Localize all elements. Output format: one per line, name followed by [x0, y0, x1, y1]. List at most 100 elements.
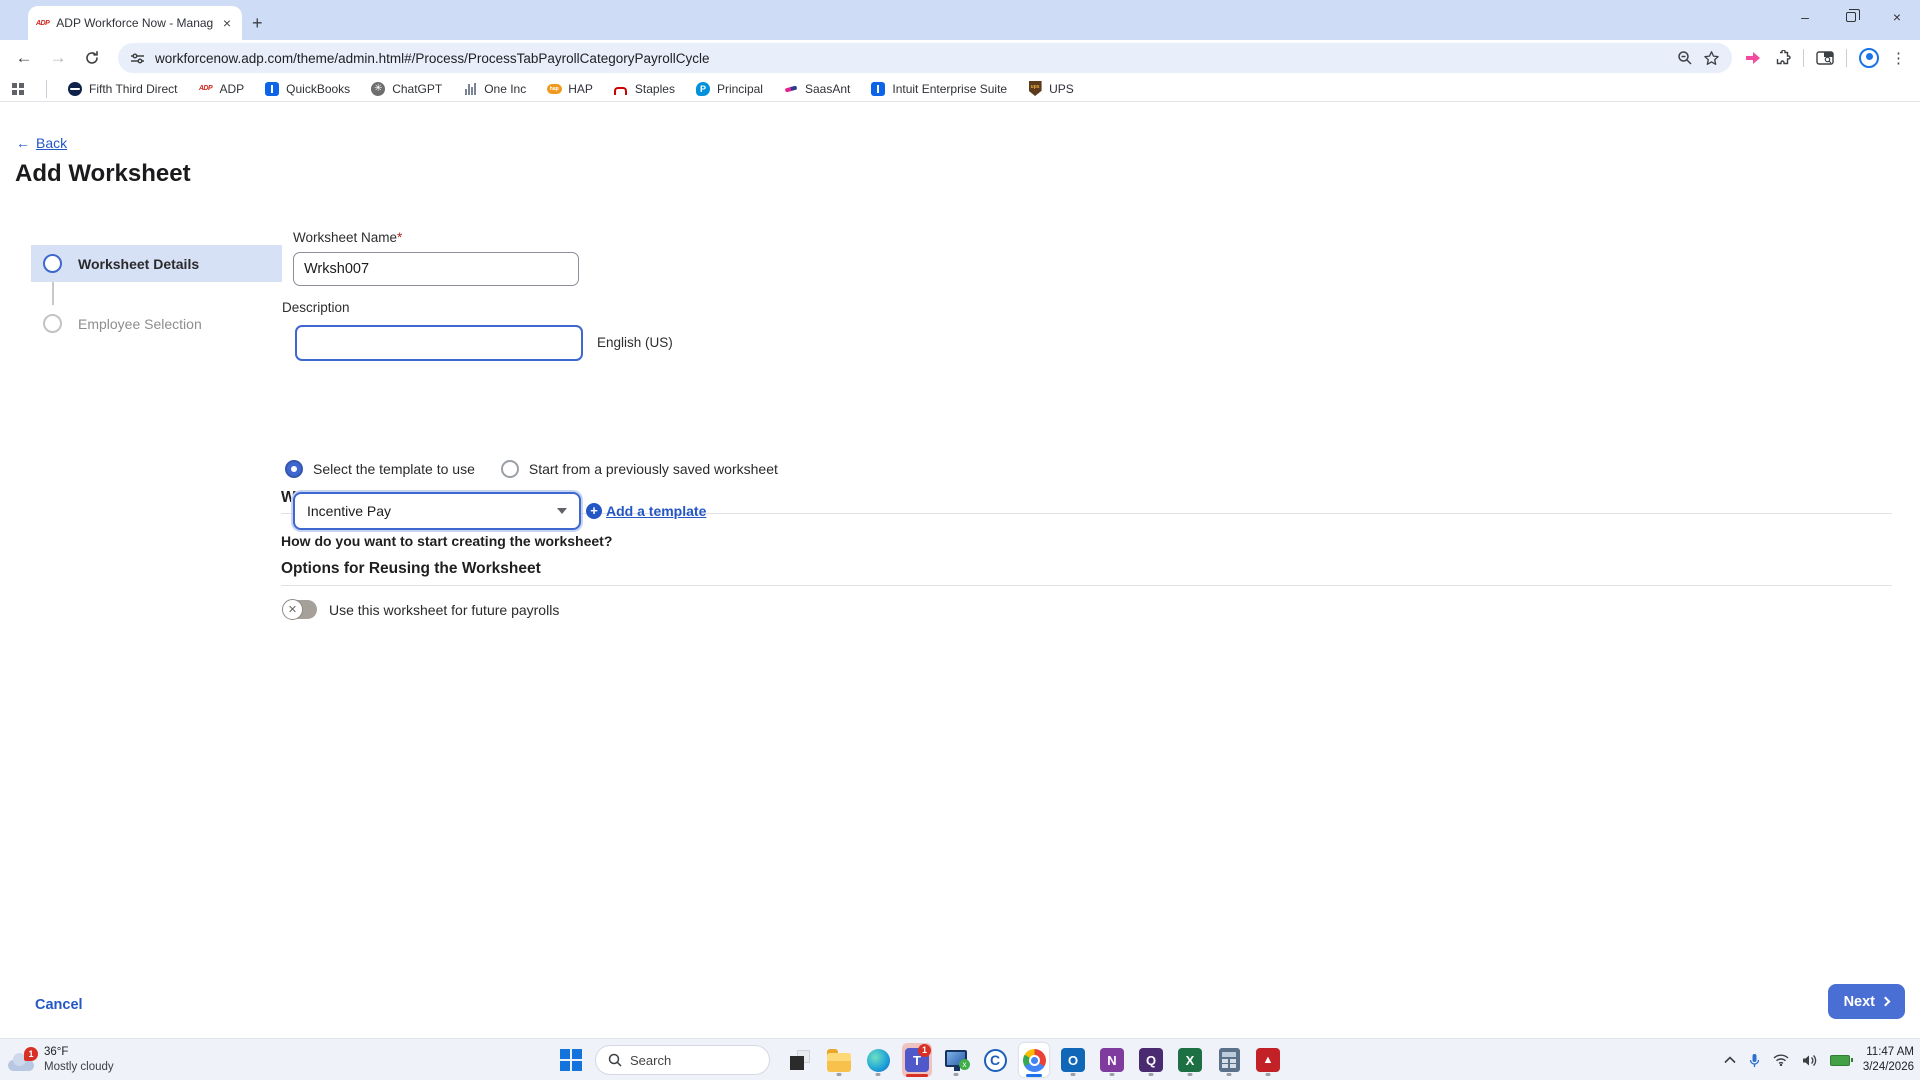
- quickbooks-app-button[interactable]: Q: [1136, 1043, 1166, 1077]
- extensions-puzzle-icon[interactable]: [1774, 50, 1791, 67]
- bookmark-principal[interactable]: PPrincipal: [695, 81, 763, 97]
- bookmark-label: Principal: [717, 82, 763, 96]
- task-view-icon: [790, 1050, 810, 1070]
- toggle-off-x-icon: ✕: [282, 599, 303, 620]
- apps-grid-icon[interactable]: [10, 81, 26, 97]
- outlook-icon: O: [1061, 1048, 1085, 1072]
- bookmark-label: ADP: [219, 82, 244, 96]
- stepper-item-worksheet-details[interactable]: Worksheet Details: [31, 245, 282, 282]
- clock[interactable]: 11:47 AM 3/24/2026: [1863, 1045, 1914, 1075]
- page-title: Add Worksheet: [15, 160, 191, 188]
- teams-button[interactable]: T 1: [902, 1043, 932, 1077]
- bookmark-star-icon[interactable]: [1703, 50, 1720, 67]
- forward-nav-icon[interactable]: →: [44, 44, 72, 72]
- clock-time: 11:47 AM: [1863, 1045, 1914, 1060]
- url-text[interactable]: workforcenow.adp.com/theme/admin.html#/P…: [155, 51, 1667, 66]
- browser-titlebar: ADP ADP Workforce Now - Manage × + – ×: [0, 0, 1920, 40]
- bookmark-label: Intuit Enterprise Suite: [892, 82, 1007, 96]
- bookmark-one-inc[interactable]: One Inc: [462, 81, 526, 97]
- radio-select-template[interactable]: [285, 460, 303, 478]
- cancel-link[interactable]: Cancel: [35, 997, 83, 1013]
- template-source-radio-group: Select the template to use Start from a …: [285, 460, 778, 478]
- volume-icon[interactable]: [1802, 1054, 1817, 1067]
- template-select-dropdown[interactable]: Incentive Pay: [293, 492, 581, 530]
- step-circle-icon: [43, 254, 62, 273]
- new-tab-button[interactable]: +: [252, 13, 263, 34]
- battery-icon[interactable]: [1830, 1055, 1850, 1066]
- zoom-page-icon[interactable]: [1677, 50, 1693, 66]
- bookmark-label: Staples: [635, 82, 675, 96]
- bookmark-ups[interactable]: upsUPS: [1027, 81, 1074, 97]
- bookmark-chatgpt[interactable]: ✳ChatGPT: [370, 81, 442, 97]
- outlook-button[interactable]: O: [1058, 1043, 1088, 1077]
- tab-close-icon[interactable]: ×: [220, 15, 234, 31]
- onenote-icon: N: [1100, 1048, 1124, 1072]
- stepper-item-employee-selection[interactable]: Employee Selection: [31, 305, 282, 342]
- description-label: Description: [282, 300, 350, 315]
- bookmark-adp[interactable]: ADP ADP: [197, 81, 244, 97]
- chevron-right-icon: [1881, 997, 1891, 1007]
- stepper: Worksheet Details Employee Selection: [31, 245, 282, 342]
- bookmark-hap[interactable]: hapHAP: [546, 81, 593, 97]
- bookmark-quickbooks[interactable]: QuickBooks: [264, 81, 350, 97]
- address-bar[interactable]: workforcenow.adp.com/theme/admin.html#/P…: [118, 43, 1732, 73]
- clock-date: 3/24/2026: [1863, 1060, 1914, 1075]
- calculator-icon: [1219, 1048, 1240, 1072]
- profile-avatar-icon[interactable]: [1859, 48, 1879, 68]
- add-worksheet-page: ← Back Add Worksheet Worksheet Details E…: [0, 102, 1920, 1038]
- start-button[interactable]: [560, 1049, 582, 1071]
- microphone-icon[interactable]: [1749, 1053, 1760, 1068]
- description-input[interactable]: [295, 325, 583, 361]
- remote-desktop-button[interactable]: x: [941, 1043, 971, 1077]
- template-selected-value: Incentive Pay: [307, 503, 391, 519]
- bookmark-staples[interactable]: Staples: [613, 81, 675, 97]
- chrome-icon: [1023, 1049, 1046, 1072]
- file-explorer-button[interactable]: [824, 1043, 854, 1077]
- step-circle-icon: [43, 314, 62, 333]
- taskbar-search[interactable]: Search: [595, 1045, 770, 1075]
- browser-window-search-icon[interactable]: [1816, 51, 1834, 66]
- tray-chevron-up-icon[interactable]: [1724, 1056, 1736, 1064]
- c-app-button[interactable]: C: [980, 1043, 1010, 1077]
- worksheet-name-label: Worksheet Name*: [293, 230, 402, 245]
- intuit-icon: [870, 81, 886, 97]
- quickbooks-icon: [264, 81, 280, 97]
- add-template-label: Add a template: [606, 503, 706, 519]
- chevron-down-icon: [557, 508, 567, 514]
- add-template-link[interactable]: + Add a template: [586, 503, 706, 519]
- reload-icon[interactable]: [78, 44, 106, 72]
- bookmark-saasant[interactable]: SaasAnt: [783, 81, 850, 97]
- pink-extension-icon[interactable]: [1744, 51, 1762, 65]
- saasant-icon: [783, 81, 799, 97]
- task-view-button[interactable]: [785, 1043, 815, 1077]
- browser-tab[interactable]: ADP ADP Workforce Now - Manage ×: [28, 6, 242, 40]
- excel-button[interactable]: X: [1175, 1043, 1205, 1077]
- radio-saved-worksheet[interactable]: [501, 460, 519, 478]
- window-restore-button[interactable]: [1828, 0, 1874, 34]
- worksheet-name-input[interactable]: [293, 252, 579, 286]
- wifi-icon[interactable]: [1773, 1054, 1789, 1066]
- acrobat-button[interactable]: ▲: [1253, 1043, 1283, 1077]
- creation-question: How do you want to start creating the wo…: [281, 533, 612, 549]
- future-payrolls-toggle[interactable]: ✕: [283, 600, 317, 619]
- c-logo-icon: C: [984, 1049, 1007, 1072]
- adp-icon: ADP: [197, 81, 213, 97]
- edge-button[interactable]: [863, 1043, 893, 1077]
- chrome-button[interactable]: [1019, 1043, 1049, 1077]
- window-minimize-button[interactable]: –: [1782, 0, 1828, 34]
- step-label: Employee Selection: [78, 316, 202, 332]
- window-close-button[interactable]: ×: [1874, 0, 1920, 34]
- next-button[interactable]: Next: [1828, 984, 1905, 1019]
- back-arrow-icon: ←: [16, 135, 30, 151]
- browser-menu-icon[interactable]: ⋮: [1891, 49, 1906, 67]
- back-link[interactable]: ← Back: [16, 135, 67, 151]
- weather-widget[interactable]: 1 36°F Mostly cloudy: [0, 1045, 114, 1074]
- calculator-button[interactable]: [1214, 1043, 1244, 1077]
- site-settings-icon[interactable]: [130, 51, 145, 66]
- bookmark-intuit-enterprise-suite[interactable]: Intuit Enterprise Suite: [870, 81, 1007, 97]
- bookmark-fifth-third-direct[interactable]: Fifth Third Direct: [67, 81, 177, 97]
- onenote-button[interactable]: N: [1097, 1043, 1127, 1077]
- required-asterisk: *: [397, 230, 402, 245]
- back-nav-icon[interactable]: ←: [10, 44, 38, 72]
- plus-circle-icon: +: [586, 503, 602, 519]
